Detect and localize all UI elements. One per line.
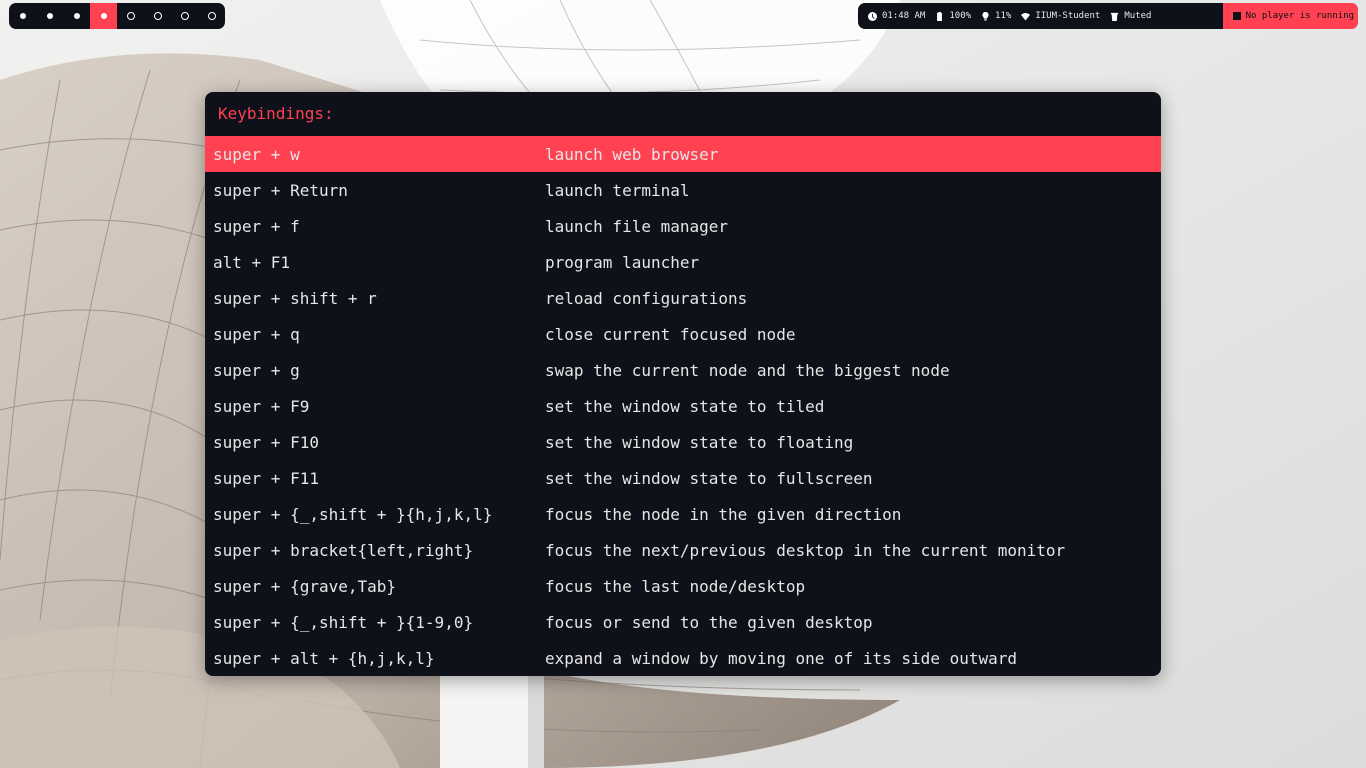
media-player-widget[interactable]: No player is running	[1222, 3, 1358, 29]
workspace-3[interactable]	[63, 3, 90, 29]
keybinding-row[interactable]: super + {_,shift + }{h,j,k,l} focus the n…	[205, 496, 1161, 532]
clock-icon	[868, 11, 877, 21]
volume-widget[interactable]: Muted	[1110, 11, 1151, 21]
brightness-widget[interactable]: 11%	[981, 11, 1011, 21]
keybinding-key: super + {_,shift + }{h,j,k,l}	[213, 504, 493, 524]
keybinding-description: set the window state to tiled	[545, 396, 825, 416]
keybinding-description: program launcher	[545, 252, 700, 272]
keybinding-description: set the window state to floating	[545, 432, 854, 452]
workspace-5[interactable]	[117, 3, 144, 29]
keybinding-key: alt + F1	[213, 252, 291, 272]
keybinding-description: close current focused node	[545, 324, 796, 344]
occupied-dot-icon	[19, 13, 26, 19]
clock-text: 01:48 AM	[882, 11, 926, 21]
keybinding-row[interactable]: super + {_,shift + }{1-9,0} focus or send…	[205, 604, 1161, 640]
keybinding-row[interactable]: super + {grave,Tab} focus the last node/d…	[205, 568, 1161, 604]
workspace-6[interactable]	[144, 3, 171, 29]
keybinding-row[interactable]: super + f launch file manager	[205, 208, 1161, 244]
keybinding-key: super + F10	[213, 432, 319, 452]
keybinding-row[interactable]: super + bracket{left,right} focus the nex…	[205, 532, 1161, 568]
keybinding-key: super + Return	[213, 180, 348, 200]
keybindings-title: Keybindings:	[218, 104, 334, 123]
battery-text: 100%	[949, 11, 972, 21]
status-bar: 01:48 AM 100% 11% IIUM-Student Muted No …	[858, 3, 1358, 29]
player-text: No player is running	[1245, 11, 1354, 21]
brightness-text: 11%	[995, 11, 1012, 21]
volume-icon	[1111, 12, 1119, 21]
keybinding-key: super + F9	[213, 396, 310, 416]
keybinding-description: expand a window by moving one of its sid…	[545, 648, 1018, 668]
workspace-1[interactable]	[9, 3, 36, 29]
keybinding-description: launch file manager	[545, 216, 729, 236]
keybinding-description: reload configurations	[545, 288, 748, 308]
workspace-switcher	[9, 3, 225, 29]
keybinding-key: super + bracket{left,right}	[213, 540, 474, 560]
occupied-dot-icon	[100, 13, 107, 19]
keybinding-row[interactable]: super + alt + {h,j,k,l} expand a window b…	[205, 640, 1161, 676]
battery-icon	[937, 11, 943, 21]
network-text: IIUM-Student	[1035, 11, 1101, 21]
empty-dot-icon	[153, 12, 162, 20]
battery-widget[interactable]: 100%	[935, 11, 971, 21]
empty-dot-icon	[207, 12, 216, 20]
keybinding-row[interactable]: super + w launch web browser	[205, 136, 1161, 172]
keybindings-window: Keybindings: super + w launch web browser…	[205, 92, 1161, 676]
keybinding-description: focus the last node/desktop	[545, 576, 806, 596]
lightbulb-icon	[982, 11, 989, 21]
clock-widget[interactable]: 01:48 AM	[868, 11, 925, 21]
keybinding-description: focus the next/previous desktop in the c…	[545, 540, 1066, 560]
workspace-7[interactable]	[171, 3, 198, 29]
keybindings-list: super + w launch web browser super + Retur…	[205, 136, 1161, 676]
keybinding-row[interactable]: super + F11 set the window state to fulls…	[205, 460, 1161, 496]
network-widget[interactable]: IIUM-Student	[1021, 11, 1100, 21]
occupied-dot-icon	[73, 13, 80, 19]
keybinding-description: launch web browser	[545, 144, 719, 164]
keybinding-row[interactable]: super + q close current focused node	[205, 316, 1161, 352]
keybinding-key: super + {grave,Tab}	[213, 576, 397, 596]
keybinding-row[interactable]: alt + F1 program launcher	[205, 244, 1161, 280]
keybinding-row[interactable]: super + F10 set the window state to float…	[205, 424, 1161, 460]
keybinding-key: super + {_,shift + }{1-9,0}	[213, 612, 474, 632]
workspace-4[interactable]	[90, 3, 117, 29]
keybinding-key: super + F11	[213, 468, 319, 488]
keybinding-key: super + g	[213, 360, 300, 380]
keybinding-description: launch terminal	[545, 180, 690, 200]
keybinding-description: swap the current node and the biggest no…	[545, 360, 950, 380]
wifi-icon	[1021, 12, 1031, 21]
workspace-2[interactable]	[36, 3, 63, 29]
keybinding-description: set the window state to fullscreen	[545, 468, 873, 488]
stop-icon	[1232, 12, 1241, 20]
keybinding-row[interactable]: super + g swap the current node and the b…	[205, 352, 1161, 388]
keybinding-description: focus or send to the given desktop	[545, 612, 873, 632]
keybinding-key: super + alt + {h,j,k,l}	[213, 648, 435, 668]
empty-dot-icon	[126, 12, 135, 20]
keybinding-key: super + q	[213, 324, 300, 344]
workspace-8[interactable]	[198, 3, 225, 29]
keybinding-row[interactable]: super + shift + r reload configurations	[205, 280, 1161, 316]
keybinding-description: focus the node in the given direction	[545, 504, 902, 524]
occupied-dot-icon	[46, 13, 53, 19]
keybinding-key: super + w	[213, 144, 300, 164]
empty-dot-icon	[180, 12, 189, 20]
keybinding-row[interactable]: super + Return launch terminal	[205, 172, 1161, 208]
keybinding-key: super + f	[213, 216, 300, 236]
keybinding-key: super + shift + r	[213, 288, 377, 308]
volume-text: Muted	[1124, 11, 1152, 21]
keybinding-row[interactable]: super + F9 set the window state to tiled	[205, 388, 1161, 424]
